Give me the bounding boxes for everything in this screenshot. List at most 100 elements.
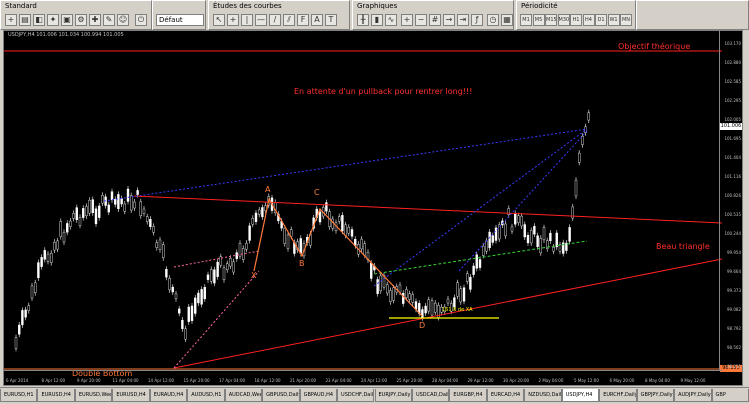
candle-body xyxy=(43,250,46,260)
autotrading-icon[interactable]: ⏻ xyxy=(135,14,147,26)
tester-icon[interactable]: ⚙ xyxy=(75,14,87,26)
channel-icon[interactable]: ⫽ xyxy=(283,14,295,26)
candle-body xyxy=(139,201,143,217)
candle-body xyxy=(24,309,27,318)
chart-tab[interactable]: EURUSD,H4 xyxy=(112,389,150,402)
toolbar-title: Études des courbes xyxy=(213,2,282,10)
trendline-icon[interactable]: / xyxy=(269,14,281,26)
chart-tab[interactable]: EURAUD,H4 xyxy=(149,389,188,402)
chart-tab[interactable]: USDJPY,H4 xyxy=(561,389,600,402)
price-tick-label: 99.664 xyxy=(727,269,741,274)
new-chart-icon[interactable]: + xyxy=(5,14,17,26)
candle-body xyxy=(494,227,498,241)
period-mn-button[interactable]: MN xyxy=(620,14,632,26)
candle-body xyxy=(299,238,302,254)
pullback-label: En attente d'un pullback pour rentrer lo… xyxy=(294,87,473,96)
cursor-icon[interactable]: ↖ xyxy=(213,14,225,26)
time-tick-label: 29 Apr 12:00 xyxy=(467,378,494,383)
chart-tab[interactable]: GBP xyxy=(711,389,749,402)
chart-tab[interactable]: GBPUSD,Daily xyxy=(262,389,300,402)
chart-tab[interactable]: AUDCAD,Weekly xyxy=(224,389,263,402)
price-tick-label: 99.082 xyxy=(727,307,741,312)
profiles-icon[interactable]: ▤ xyxy=(19,14,31,26)
line-chart-icon[interactable]: ∿ xyxy=(385,14,397,26)
candle-body xyxy=(129,195,133,211)
price-tick-label: 99.954 xyxy=(727,250,741,255)
candle-body xyxy=(517,215,520,224)
price-tick-label: 99.373 xyxy=(727,288,741,293)
chart-tab[interactable]: EURUSD,Weekly xyxy=(74,389,113,402)
bar-chart-icon[interactable]: ╫ xyxy=(357,14,369,26)
new-order-icon[interactable]: ✚ xyxy=(89,14,101,26)
chart-tab[interactable]: EURUSD,H4 xyxy=(37,389,75,402)
candle-body xyxy=(344,224,347,236)
candle-body xyxy=(53,241,56,251)
channel-line-1 xyxy=(103,128,588,202)
horizontal-line-icon[interactable]: — xyxy=(255,14,267,26)
fibonacci-icon[interactable]: F xyxy=(297,14,309,26)
period-h1-button[interactable]: H1 xyxy=(570,14,582,26)
point-a: A xyxy=(265,185,271,194)
period-w1-button[interactable]: W1 xyxy=(607,14,620,26)
crosshair-icon[interactable]: + xyxy=(227,14,239,26)
label-icon[interactable]: T xyxy=(325,14,337,26)
chart-tab[interactable]: EURJPY,Daily xyxy=(374,389,412,402)
price-tick-label: 101.695 xyxy=(724,136,741,141)
chart-tab[interactable]: NZDUSD,Daily xyxy=(524,389,562,402)
candle-body xyxy=(325,202,328,212)
standard-toolbar: Standard + ▤ ◧ ✦ ▣ ⚙ ✚ ✎ ☺ ⏻ xyxy=(0,0,152,30)
text-icon[interactable]: A xyxy=(311,14,323,26)
candle-body xyxy=(389,290,392,302)
expert-advisors-icon[interactable]: ☺ xyxy=(117,14,129,26)
chart-tab[interactable]: USDCHF,Daily xyxy=(337,389,375,402)
vertical-line-icon[interactable]: | xyxy=(241,14,253,26)
period-m30-button[interactable]: M30 xyxy=(557,14,570,26)
candle-body xyxy=(491,235,494,243)
profile-select[interactable]: Défaut xyxy=(156,14,204,26)
chart-tab[interactable]: EURGBP,H4 xyxy=(449,389,487,402)
indicators-icon[interactable]: ƒ xyxy=(471,14,483,26)
navigator-icon[interactable]: ✦ xyxy=(47,14,59,26)
candle-body xyxy=(430,300,434,316)
candle-body xyxy=(510,226,514,232)
market-watch-icon[interactable]: ◧ xyxy=(33,14,45,26)
candle-body xyxy=(411,294,414,303)
zoom-out-icon[interactable]: − xyxy=(415,14,427,26)
candle-body xyxy=(30,285,34,299)
chart-tab[interactable]: GBPAUD,H4 xyxy=(299,389,338,402)
grid-icon[interactable]: # xyxy=(429,14,441,26)
templates-icon[interactable]: ▦ xyxy=(501,14,513,26)
chart-tab[interactable]: AUDJPY,Daily xyxy=(674,389,712,402)
candle-body xyxy=(229,258,232,267)
candle-body xyxy=(123,203,127,212)
price-chart[interactable] xyxy=(4,31,722,371)
metaeditor-icon[interactable]: ✎ xyxy=(103,14,115,26)
chart-tab[interactable]: EURCHF,Daily xyxy=(599,389,637,402)
terminal-icon[interactable]: ▣ xyxy=(61,14,73,26)
chart-tab[interactable]: GBPJPY,Daily xyxy=(636,389,675,402)
candle-body xyxy=(552,246,555,252)
candle-body xyxy=(360,238,363,250)
clock-icon[interactable]: ◷ xyxy=(487,14,499,26)
autoscroll-icon[interactable]: → xyxy=(443,14,455,26)
chart-tab[interactable]: EURUSD,H1 xyxy=(0,389,38,402)
period-m1-button[interactable]: M1 xyxy=(520,14,532,26)
period-h4-button[interactable]: H4 xyxy=(582,14,595,26)
period-m15-button[interactable]: M15 xyxy=(545,14,557,26)
price-tick-label: 102.880 xyxy=(724,60,741,65)
candle-body xyxy=(50,253,53,263)
chart-tab[interactable]: EURCAD,H4 xyxy=(486,389,525,402)
time-axis[interactable]: 6 Apr 2014 8 Apr 12:00 9 Apr 20:00 11 Apr 0… xyxy=(4,370,722,385)
period-m5-button[interactable]: M5 xyxy=(532,14,545,26)
price-axis[interactable]: 101.006 98.150 103.170 102.880 102.585 102.… xyxy=(719,31,742,372)
candle-body xyxy=(475,254,478,269)
candle-body xyxy=(232,261,235,273)
chart-tab[interactable]: AUDUSD,H1 xyxy=(187,389,225,402)
period-d1-button[interactable]: D1 xyxy=(595,14,607,26)
chart-shift-icon[interactable]: ⇥ xyxy=(457,14,469,26)
chart-tab[interactable]: USDCAD,Daily xyxy=(411,389,450,402)
empty-toolbar-area xyxy=(636,0,749,30)
zoom-in-icon[interactable]: + xyxy=(401,14,413,26)
candlestick-icon[interactable]: ▮ xyxy=(371,14,383,26)
chart-window[interactable]: USDJPY,H4 101.006 101.034 100.994 101.00… xyxy=(3,30,743,386)
